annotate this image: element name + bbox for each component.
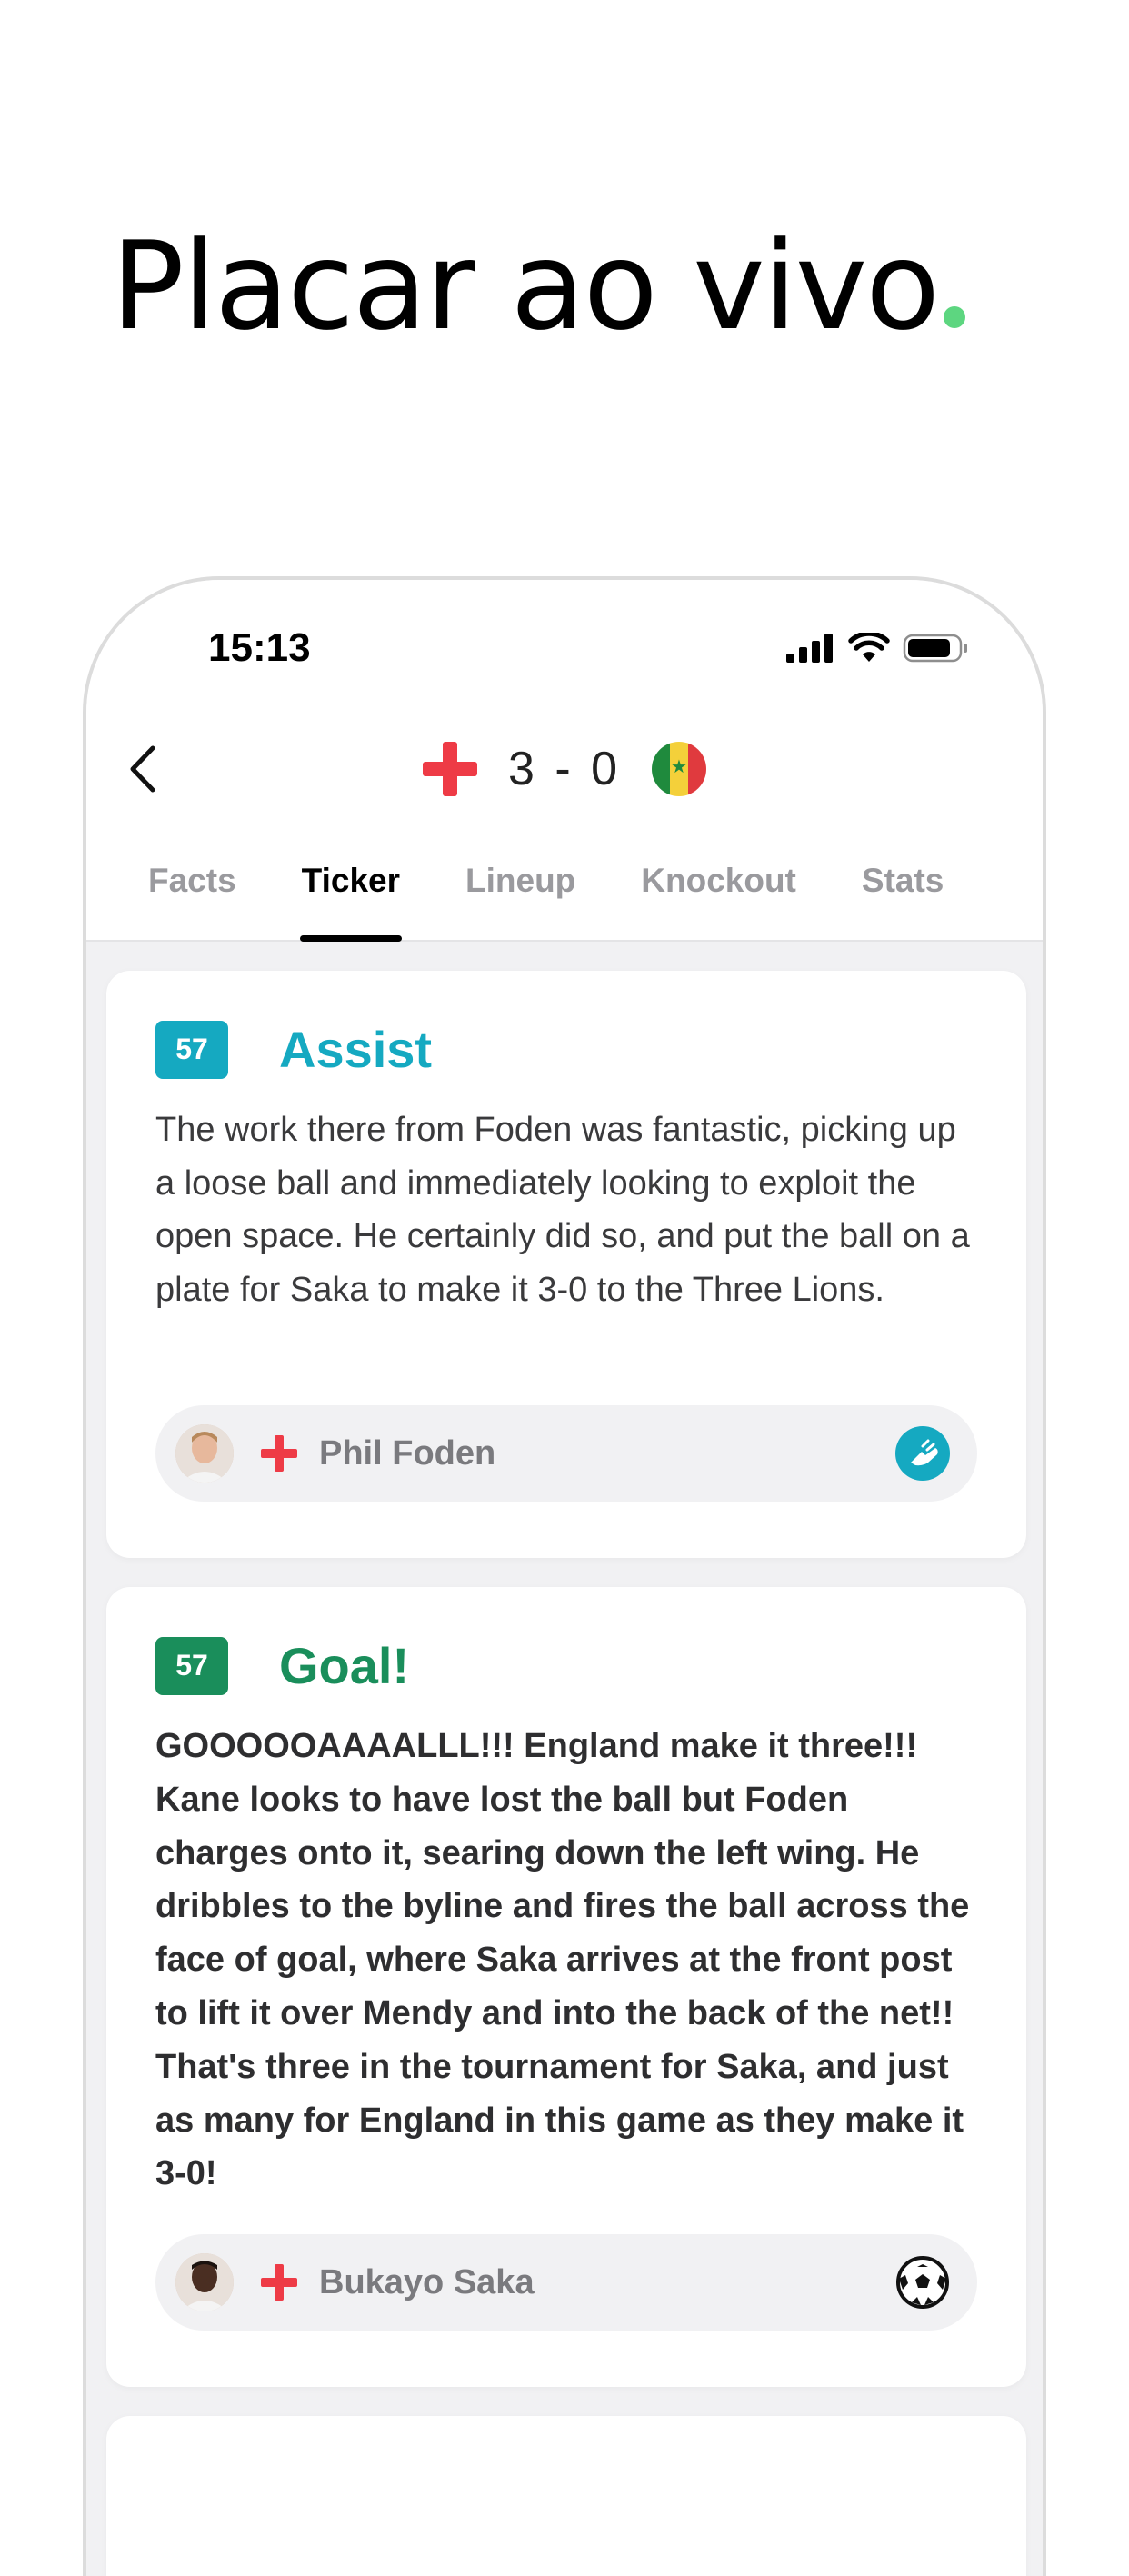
accent-dot — [944, 306, 966, 328]
wifi-icon — [848, 633, 890, 662]
england-flag-icon — [261, 1435, 297, 1472]
player-name: Bukayo Saka — [319, 2262, 535, 2301]
tab-bar: Facts Ticker Lineup Knockout Stats — [86, 849, 1043, 942]
tab-stats[interactable]: Stats — [840, 849, 965, 942]
player-name: Phil Foden — [319, 1433, 496, 1473]
score: 3 - 0 — [508, 742, 621, 796]
signal-icon — [786, 634, 833, 663]
event-header: 57 Assist — [155, 1020, 432, 1079]
event-title: Assist — [279, 1021, 433, 1078]
player-photo — [175, 2253, 234, 2311]
england-flag-icon — [422, 742, 477, 796]
england-flag-icon — [261, 2264, 297, 2301]
event-card-assist: 57 Assist The work there from Foden was … — [106, 971, 1026, 1558]
score-separator: - — [555, 743, 574, 795]
event-card-goal: 57 Goal! GOOOOOAAAALLL!!! England make i… — [106, 1587, 1026, 2387]
senegal-flag-icon: ★ — [652, 742, 707, 796]
tab-lineup[interactable]: Lineup — [444, 849, 597, 942]
tab-knockout[interactable]: Knockout — [619, 849, 818, 942]
event-text: GOOOOOAAAALLL!!! England make it three!!… — [155, 1727, 970, 2193]
boot-icon — [895, 1426, 950, 1481]
phone-frame: 15:13 3 - 0 ★ Facts Ticker Lineup Knocko… — [83, 576, 1046, 2576]
match-header: 15:13 3 - 0 ★ Facts Ticker Lineup Knocko… — [86, 580, 1043, 942]
player-row[interactable]: Phil Foden — [155, 1405, 977, 1502]
event-card-next — [106, 2416, 1026, 2576]
tab-ticker[interactable]: Ticker — [280, 849, 422, 942]
event-header: 57 Goal! — [155, 1636, 409, 1695]
event-text: The work there from Foden was fantastic,… — [155, 1111, 970, 1309]
tab-facts[interactable]: Facts — [126, 849, 258, 942]
headline: Placar ao vivo — [111, 225, 966, 347]
score-display: 3 - 0 ★ — [86, 733, 1043, 805]
away-score: 0 — [591, 743, 622, 795]
football-icon — [895, 2255, 950, 2310]
status-icons — [786, 633, 970, 664]
home-score: 3 — [507, 743, 538, 795]
avatar — [175, 2253, 234, 2311]
event-title: Goal! — [279, 1637, 410, 1694]
battery-icon — [903, 634, 967, 663]
headline-text: Placar ao vivo — [111, 215, 940, 357]
minute-badge: 57 — [155, 1636, 228, 1695]
status-time: 15:13 — [208, 625, 311, 670]
minute-badge: 57 — [155, 1020, 228, 1079]
player-row[interactable]: Bukayo Saka — [155, 2234, 977, 2331]
avatar — [175, 1424, 234, 1483]
player-photo — [175, 1424, 234, 1483]
